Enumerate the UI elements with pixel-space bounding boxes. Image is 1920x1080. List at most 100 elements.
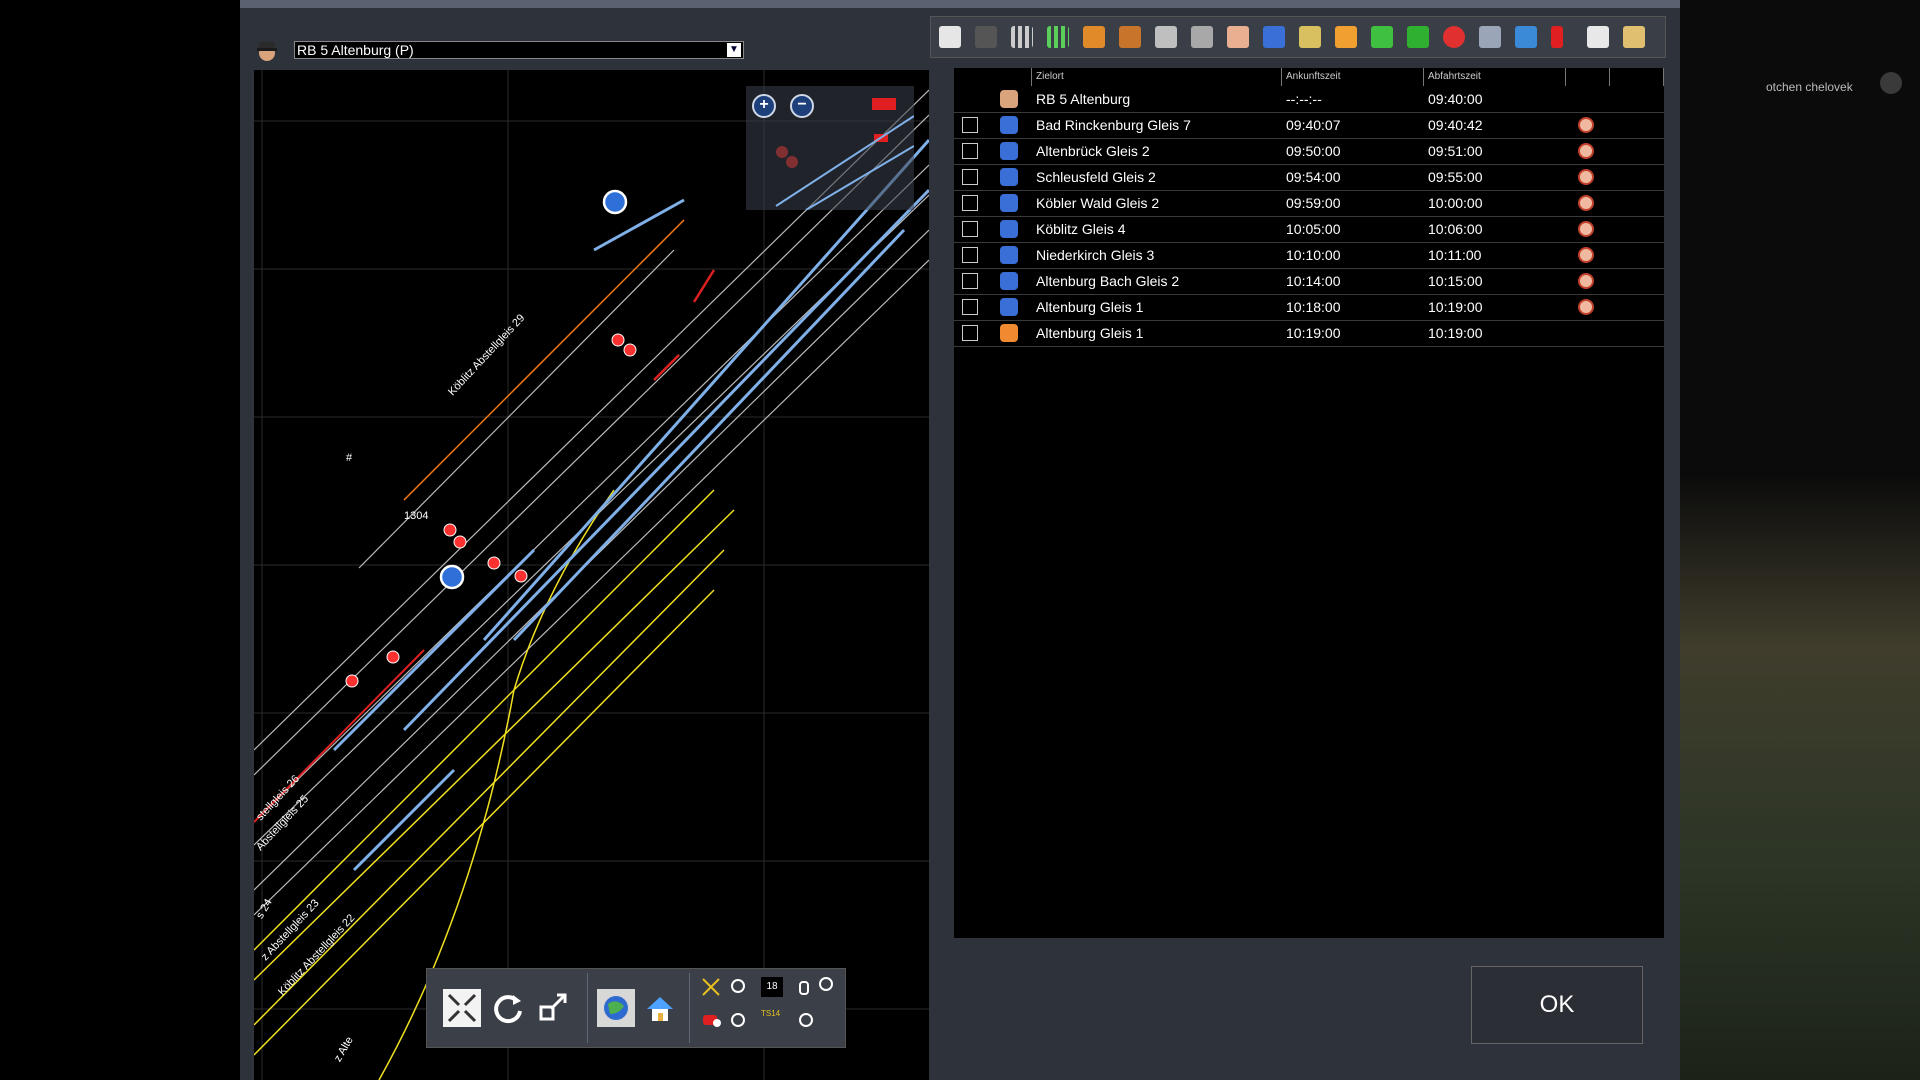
stop-checkbox[interactable] xyxy=(962,273,978,289)
radio-option-icon[interactable] xyxy=(819,977,833,991)
departure-cell: 10:15:00 xyxy=(1428,273,1483,289)
destination-cell: Altenburg Gleis 1 xyxy=(1036,299,1144,315)
toolbar-separator xyxy=(689,973,690,1043)
stop-checkbox[interactable] xyxy=(962,117,978,133)
train-select-value: RB 5 Altenburg (P) xyxy=(297,42,414,58)
passengers-icon xyxy=(1000,194,1018,212)
globe-icon[interactable] xyxy=(597,989,635,1027)
alarm-clock-icon[interactable] xyxy=(1578,299,1594,315)
rotate-icon[interactable] xyxy=(489,989,527,1027)
expand-icon[interactable] xyxy=(535,989,573,1027)
move-down-icon[interactable] xyxy=(1119,26,1141,48)
settings-icon[interactable] xyxy=(1479,26,1501,48)
alarm-clock-icon[interactable] xyxy=(1578,169,1594,185)
departure-cell: 10:11:00 xyxy=(1428,247,1482,263)
radio-option-icon[interactable] xyxy=(731,979,745,993)
couple-icon[interactable] xyxy=(1335,26,1357,48)
destination-cell: RB 5 Altenburg xyxy=(1036,91,1131,107)
passengers-icon[interactable] xyxy=(1263,26,1285,48)
arrival-cell: 10:10:00 xyxy=(1286,247,1341,263)
alarm-clock-icon[interactable] xyxy=(1578,117,1594,133)
stop-checkbox[interactable] xyxy=(962,299,978,315)
remove-icon[interactable] xyxy=(1443,26,1465,48)
alarm-clock-icon[interactable] xyxy=(1578,195,1594,211)
arrival-cell: 09:40:07 xyxy=(1286,117,1341,133)
timetable-row[interactable]: Altenburg Gleis 1 10:18:00 10:19:00 xyxy=(954,294,1664,321)
timetable-row[interactable]: Köbler Wald Gleis 2 09:59:00 10:00:00 xyxy=(954,190,1664,217)
speed-value: 18 xyxy=(761,977,783,997)
column-header-departure[interactable]: Abfahrtszeit xyxy=(1424,68,1566,86)
alarm-clock-icon[interactable] xyxy=(1578,247,1594,263)
passengers-icon xyxy=(1000,272,1018,290)
ts-label: TS14 xyxy=(761,1009,781,1018)
timetable-row[interactable]: Bad Rinckenburg Gleis 7 09:40:07 09:40:42 xyxy=(954,112,1664,139)
departure-cell: 09:40:00 xyxy=(1428,91,1483,107)
split-icon[interactable] xyxy=(1191,26,1213,48)
column-header-extra xyxy=(1610,68,1664,86)
timetable-row[interactable]: Altenbrück Gleis 2 09:50:00 09:51:00 xyxy=(954,138,1664,165)
chevron-down-icon[interactable]: ▼ xyxy=(727,43,741,57)
alarm-clock-icon[interactable] xyxy=(1578,143,1594,159)
alarm-clock-icon[interactable] xyxy=(1578,221,1594,237)
merge-icon[interactable] xyxy=(1155,26,1177,48)
move-up-icon[interactable] xyxy=(1083,26,1105,48)
stop-checkbox[interactable] xyxy=(962,143,978,159)
timetable-row[interactable]: Altenburg Gleis 1 10:19:00 10:19:00 xyxy=(954,320,1664,347)
map-zoom-panel: + − xyxy=(746,86,914,210)
delete-icon[interactable] xyxy=(975,26,997,48)
departure-cell: 09:55:00 xyxy=(1428,169,1483,185)
map-toolbar: 18 TS14 xyxy=(426,968,846,1048)
flag-icon[interactable] xyxy=(1551,26,1563,48)
add-waypoint-icon[interactable] xyxy=(1371,26,1393,48)
stop-checkbox[interactable] xyxy=(962,325,978,341)
timetable-row[interactable]: Köblitz Gleis 4 10:05:00 10:06:00 xyxy=(954,216,1664,243)
passengers-icon xyxy=(1000,142,1018,160)
timetable-row[interactable]: RB 5 Altenburg --:--:-- 09:40:00 xyxy=(954,86,1664,113)
stop-checkbox[interactable] xyxy=(962,247,978,263)
enter-icon[interactable] xyxy=(1515,26,1537,48)
column-header-arrival[interactable]: Ankunftszeit xyxy=(1282,68,1424,86)
destination-cell: Altenbrück Gleis 2 xyxy=(1036,143,1150,159)
radio-option-icon[interactable] xyxy=(731,1013,745,1027)
column-header-status xyxy=(1566,68,1610,86)
column-header-destination[interactable]: Zielort xyxy=(1032,68,1282,86)
station-icon[interactable] xyxy=(1623,26,1645,48)
grid-green-icon[interactable] xyxy=(1047,26,1069,48)
background-scenery xyxy=(1680,0,1920,1080)
timetable-row[interactable]: Schleusfeld Gleis 2 09:54:00 09:55:00 xyxy=(954,164,1664,191)
window-title-bar xyxy=(240,0,1680,8)
track-map[interactable]: Köblitz Abstellgleis 29 stellgleis 26 Ab… xyxy=(254,70,929,1080)
add-icon[interactable] xyxy=(1407,26,1429,48)
timetable-row[interactable]: Altenburg Bach Gleis 2 10:14:00 10:15:00 xyxy=(954,268,1664,295)
arrival-cell: 09:59:00 xyxy=(1286,195,1341,211)
departure-cell: 09:51:00 xyxy=(1428,143,1483,159)
passengers-icon xyxy=(1000,168,1018,186)
edit-icon[interactable] xyxy=(1299,26,1321,48)
departure-cell: 10:19:00 xyxy=(1428,299,1483,315)
track-map-canvas[interactable] xyxy=(254,70,929,1080)
minimap[interactable] xyxy=(746,86,914,210)
departure-cell: 09:40:42 xyxy=(1428,117,1483,133)
lock-icon[interactable] xyxy=(799,981,809,995)
train-select-dropdown[interactable]: RB 5 Altenburg (P) ▼ xyxy=(294,41,744,59)
train-view-icon[interactable] xyxy=(1587,26,1609,48)
train-warning-icon[interactable] xyxy=(701,1009,723,1029)
destination-cell: Altenburg Gleis 1 xyxy=(1036,325,1144,341)
arrival-cell: 10:14:00 xyxy=(1286,273,1341,289)
track-switch-icon[interactable] xyxy=(701,977,721,997)
ok-button[interactable]: OK xyxy=(1471,966,1643,1044)
pointer-hand-icon[interactable] xyxy=(1227,26,1249,48)
stop-checkbox[interactable] xyxy=(962,195,978,211)
stop-checkbox[interactable] xyxy=(962,221,978,237)
home-icon[interactable] xyxy=(641,989,679,1027)
map-grid xyxy=(254,70,929,1080)
alarm-clock-icon[interactable] xyxy=(1578,273,1594,289)
timetable-row[interactable]: Niederkirch Gleis 3 10:10:00 10:11:00 xyxy=(954,242,1664,269)
passengers-icon xyxy=(1000,298,1018,316)
track-lines xyxy=(254,89,929,1080)
radio-option-icon[interactable] xyxy=(799,1013,813,1027)
save-icon[interactable] xyxy=(939,26,961,48)
fit-view-icon[interactable] xyxy=(443,989,481,1027)
stop-checkbox[interactable] xyxy=(962,169,978,185)
grid-icon[interactable] xyxy=(1011,26,1033,48)
